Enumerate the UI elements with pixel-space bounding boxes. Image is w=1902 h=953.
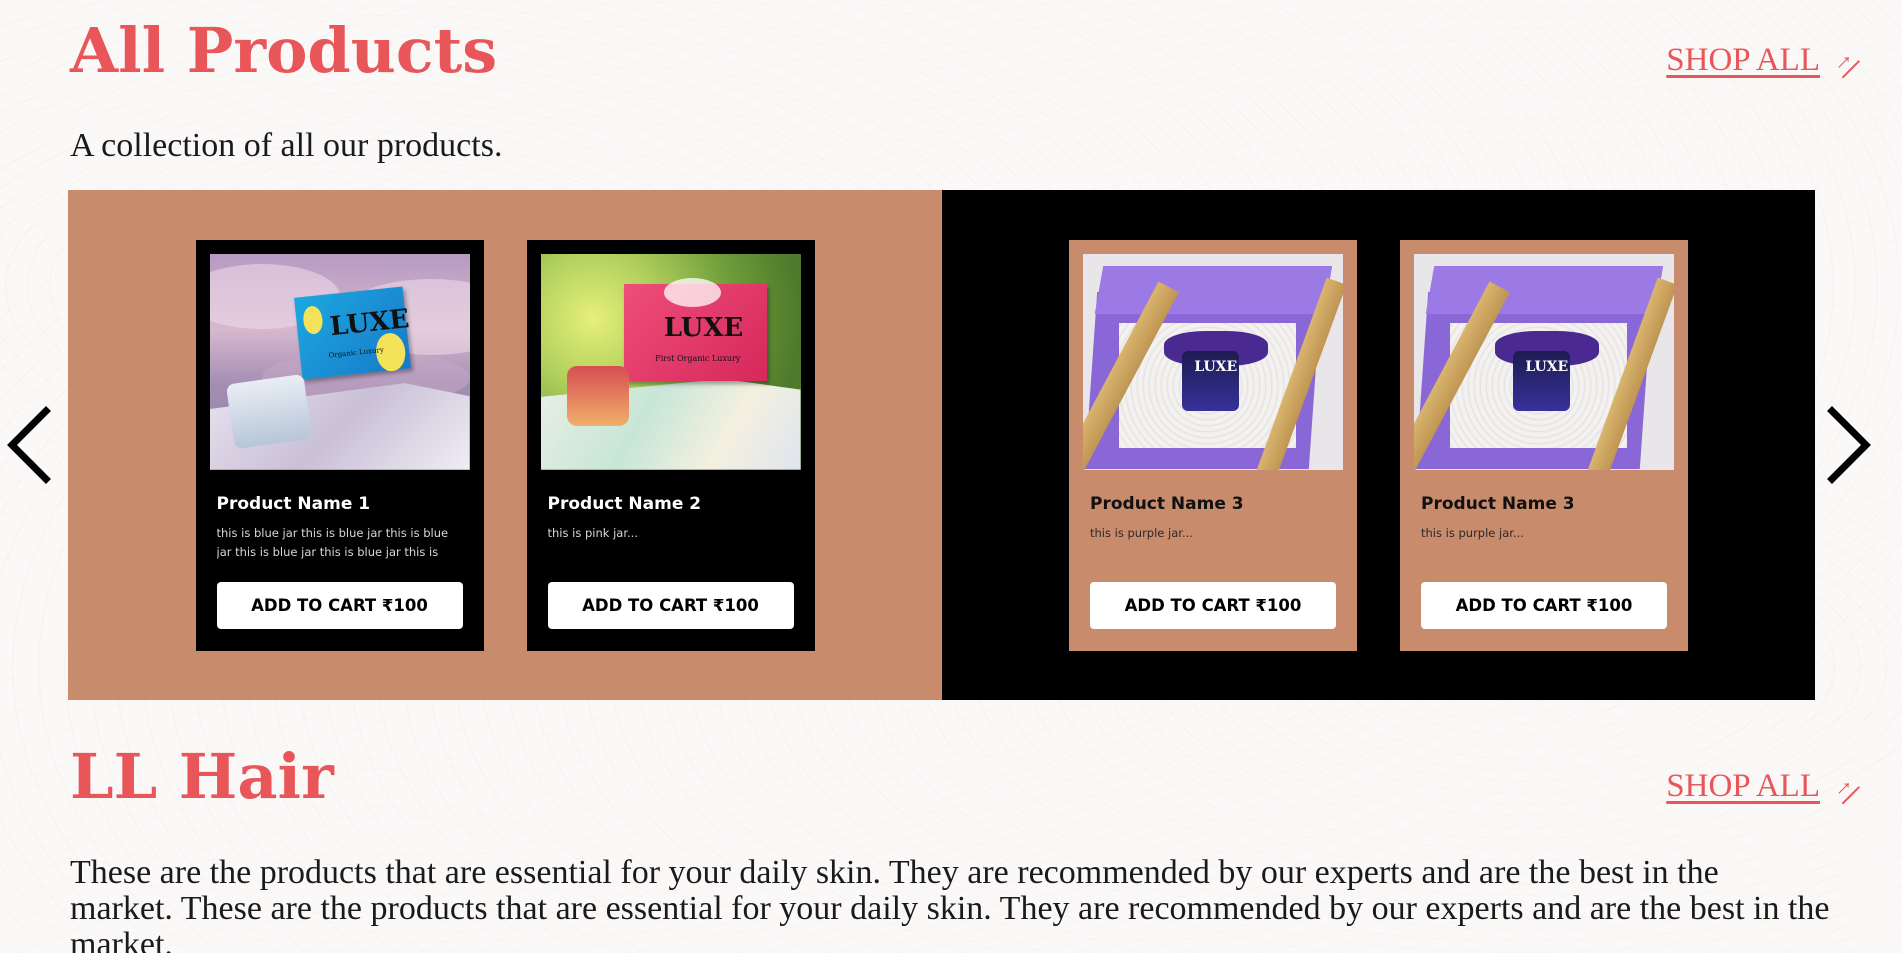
product-name[interactable]: Product Name 1 xyxy=(217,494,470,514)
product-logo-caption: Organic Luxury xyxy=(328,346,385,361)
add-to-cart-button[interactable]: ADD TO CART ₹100 xyxy=(1090,581,1336,629)
carousel-panel: LUXE Product Name 3 this is purple jar..… xyxy=(942,190,1815,700)
product-name[interactable]: Product Name 3 xyxy=(1090,494,1343,514)
product-card[interactable]: LUXE First Organic Luxury Product Name 2… xyxy=(526,239,815,651)
product-description: this is blue jar this is blue jar this i… xyxy=(216,525,449,559)
page: All Products SHOP ALL → A collection of … xyxy=(0,0,1902,953)
section-description: A collection of all our products. xyxy=(70,127,503,164)
product-image[interactable]: LUXE First Organic Luxury xyxy=(540,253,801,470)
chevron-right-icon xyxy=(1827,406,1871,484)
product-name[interactable]: Product Name 3 xyxy=(1421,494,1674,514)
product-logo: LUXE xyxy=(1525,359,1569,376)
shop-all-label: SHOP ALL xyxy=(1666,768,1820,804)
section-title-ll-hair: LL Hair xyxy=(70,740,334,813)
carousel-panel: LUXE Organic Luxury Product Name 1 this … xyxy=(68,190,942,700)
product-logo-caption: First Organic Luxury xyxy=(655,353,741,363)
product-description: this is purple jar... xyxy=(1421,525,1524,540)
arrow-up-right-icon: → xyxy=(1823,42,1860,78)
add-to-cart-button[interactable]: ADD TO CART ₹100 xyxy=(547,581,794,629)
carousel-next-button[interactable] xyxy=(1824,405,1874,485)
add-to-cart-button[interactable]: ADD TO CART ₹100 xyxy=(216,581,463,629)
section-title-all-products: All Products xyxy=(70,14,498,87)
product-description: this is purple jar... xyxy=(1090,525,1193,540)
product-card[interactable]: LUXE Product Name 3 this is purple jar..… xyxy=(1069,239,1357,651)
product-card[interactable]: LUXE Product Name 3 this is purple jar..… xyxy=(1400,239,1688,651)
add-to-cart-button[interactable]: ADD TO CART ₹100 xyxy=(1421,581,1667,629)
product-carousel: LUXE Organic Luxury Product Name 1 this … xyxy=(68,190,1815,700)
product-image[interactable]: LUXE xyxy=(1414,253,1674,470)
product-logo: LUXE xyxy=(1194,359,1238,376)
product-name[interactable]: Product Name 2 xyxy=(548,494,801,514)
product-card[interactable]: LUXE Organic Luxury Product Name 1 this … xyxy=(195,239,484,651)
product-image[interactable]: LUXE xyxy=(1083,253,1343,470)
arrow-up-right-icon: → xyxy=(1823,768,1860,804)
chevron-left-icon xyxy=(7,406,51,484)
shop-all-link[interactable]: SHOP ALL → xyxy=(1666,42,1859,79)
product-description: this is pink jar... xyxy=(547,525,638,540)
product-image[interactable]: LUXE Organic Luxury xyxy=(209,253,470,470)
shop-all-link[interactable]: SHOP ALL → xyxy=(1666,768,1859,805)
shop-all-label: SHOP ALL xyxy=(1666,42,1820,78)
section-description: These are the products that are essentia… xyxy=(70,854,1830,953)
product-logo: LUXE xyxy=(663,312,744,343)
carousel-prev-button[interactable] xyxy=(4,405,54,485)
